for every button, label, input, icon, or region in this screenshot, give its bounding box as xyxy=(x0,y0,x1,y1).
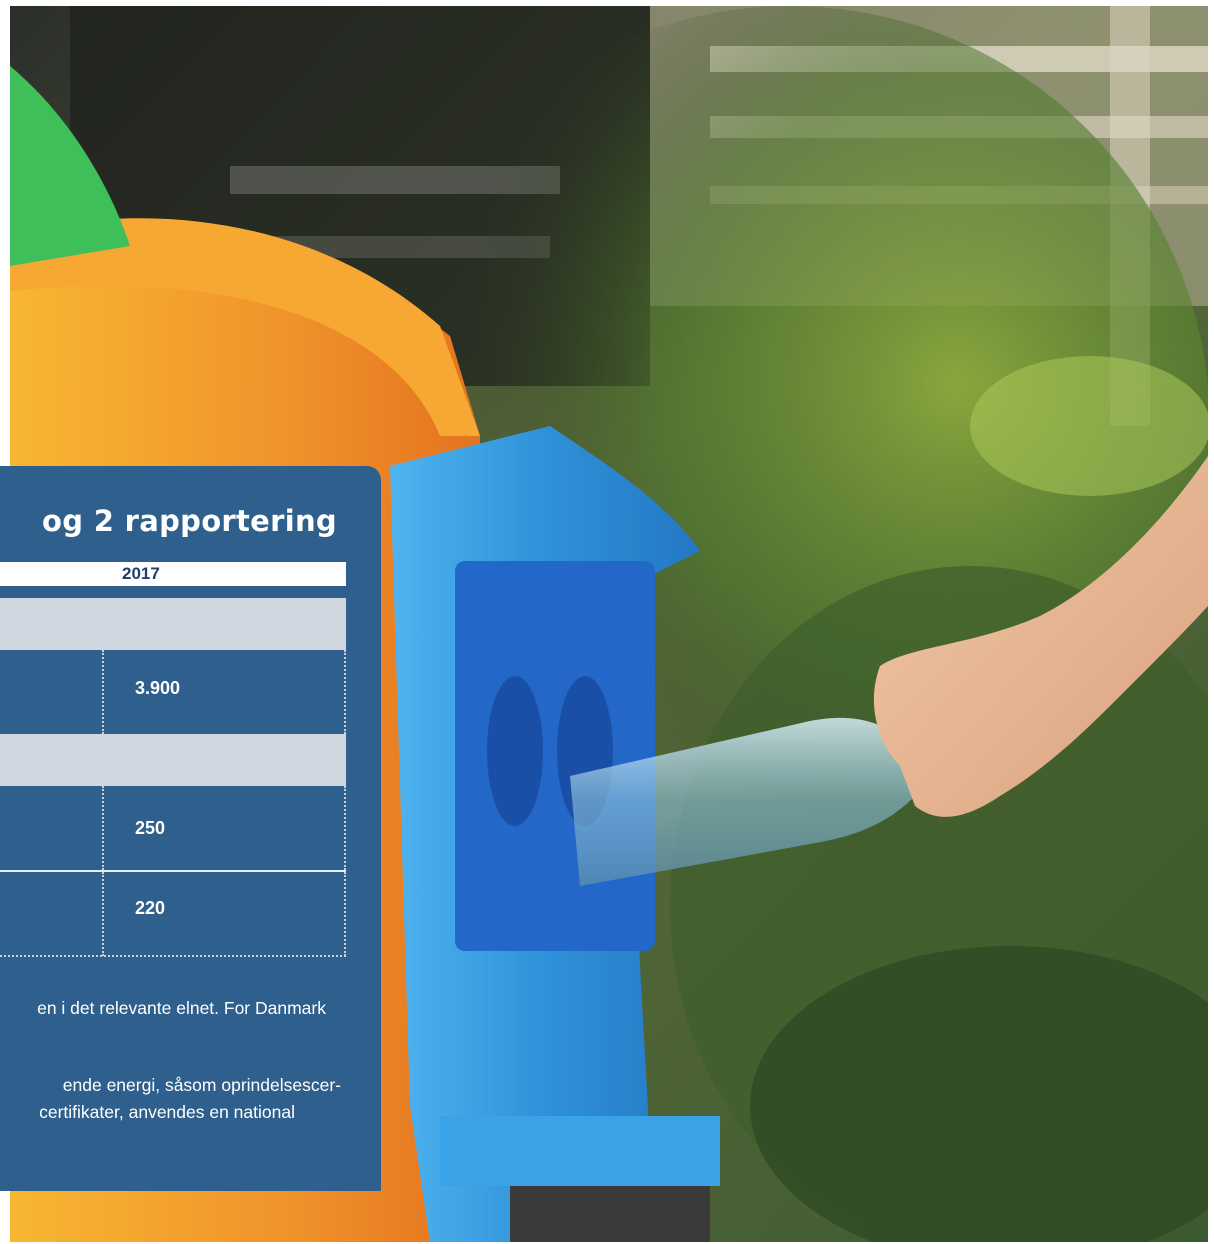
row-edge xyxy=(344,872,346,956)
row-edge xyxy=(344,650,346,734)
column-divider xyxy=(102,650,104,734)
table-row: 3.900 xyxy=(0,650,346,734)
emissions-table-panel: og 2 rapportering 2017 3.900 250 220 en … xyxy=(0,466,381,1191)
panel-title: og 2 rapportering xyxy=(42,504,337,538)
year-header: 2017 xyxy=(122,564,160,583)
footnote-2-line-2: certifikater, anvendes en national xyxy=(39,1102,295,1122)
footnote-2-line-1: ende energi, såsom oprindelsescer- xyxy=(62,1075,341,1095)
table-row: 220 xyxy=(0,872,346,956)
column-divider xyxy=(102,872,104,956)
table-cell-value: 250 xyxy=(135,818,166,838)
section-band xyxy=(0,734,346,786)
table-row: 250 xyxy=(0,786,346,870)
footnote-1: en i det relevante elnet. For Danmark xyxy=(37,998,326,1018)
row-edge xyxy=(344,786,346,870)
table-cell-value: 220 xyxy=(135,898,166,918)
table-cell-value: 3.900 xyxy=(135,678,181,698)
table-header-row: 2017 xyxy=(0,562,346,586)
column-divider xyxy=(102,786,104,870)
section-band xyxy=(0,598,346,650)
table-bottom-border xyxy=(0,955,346,957)
